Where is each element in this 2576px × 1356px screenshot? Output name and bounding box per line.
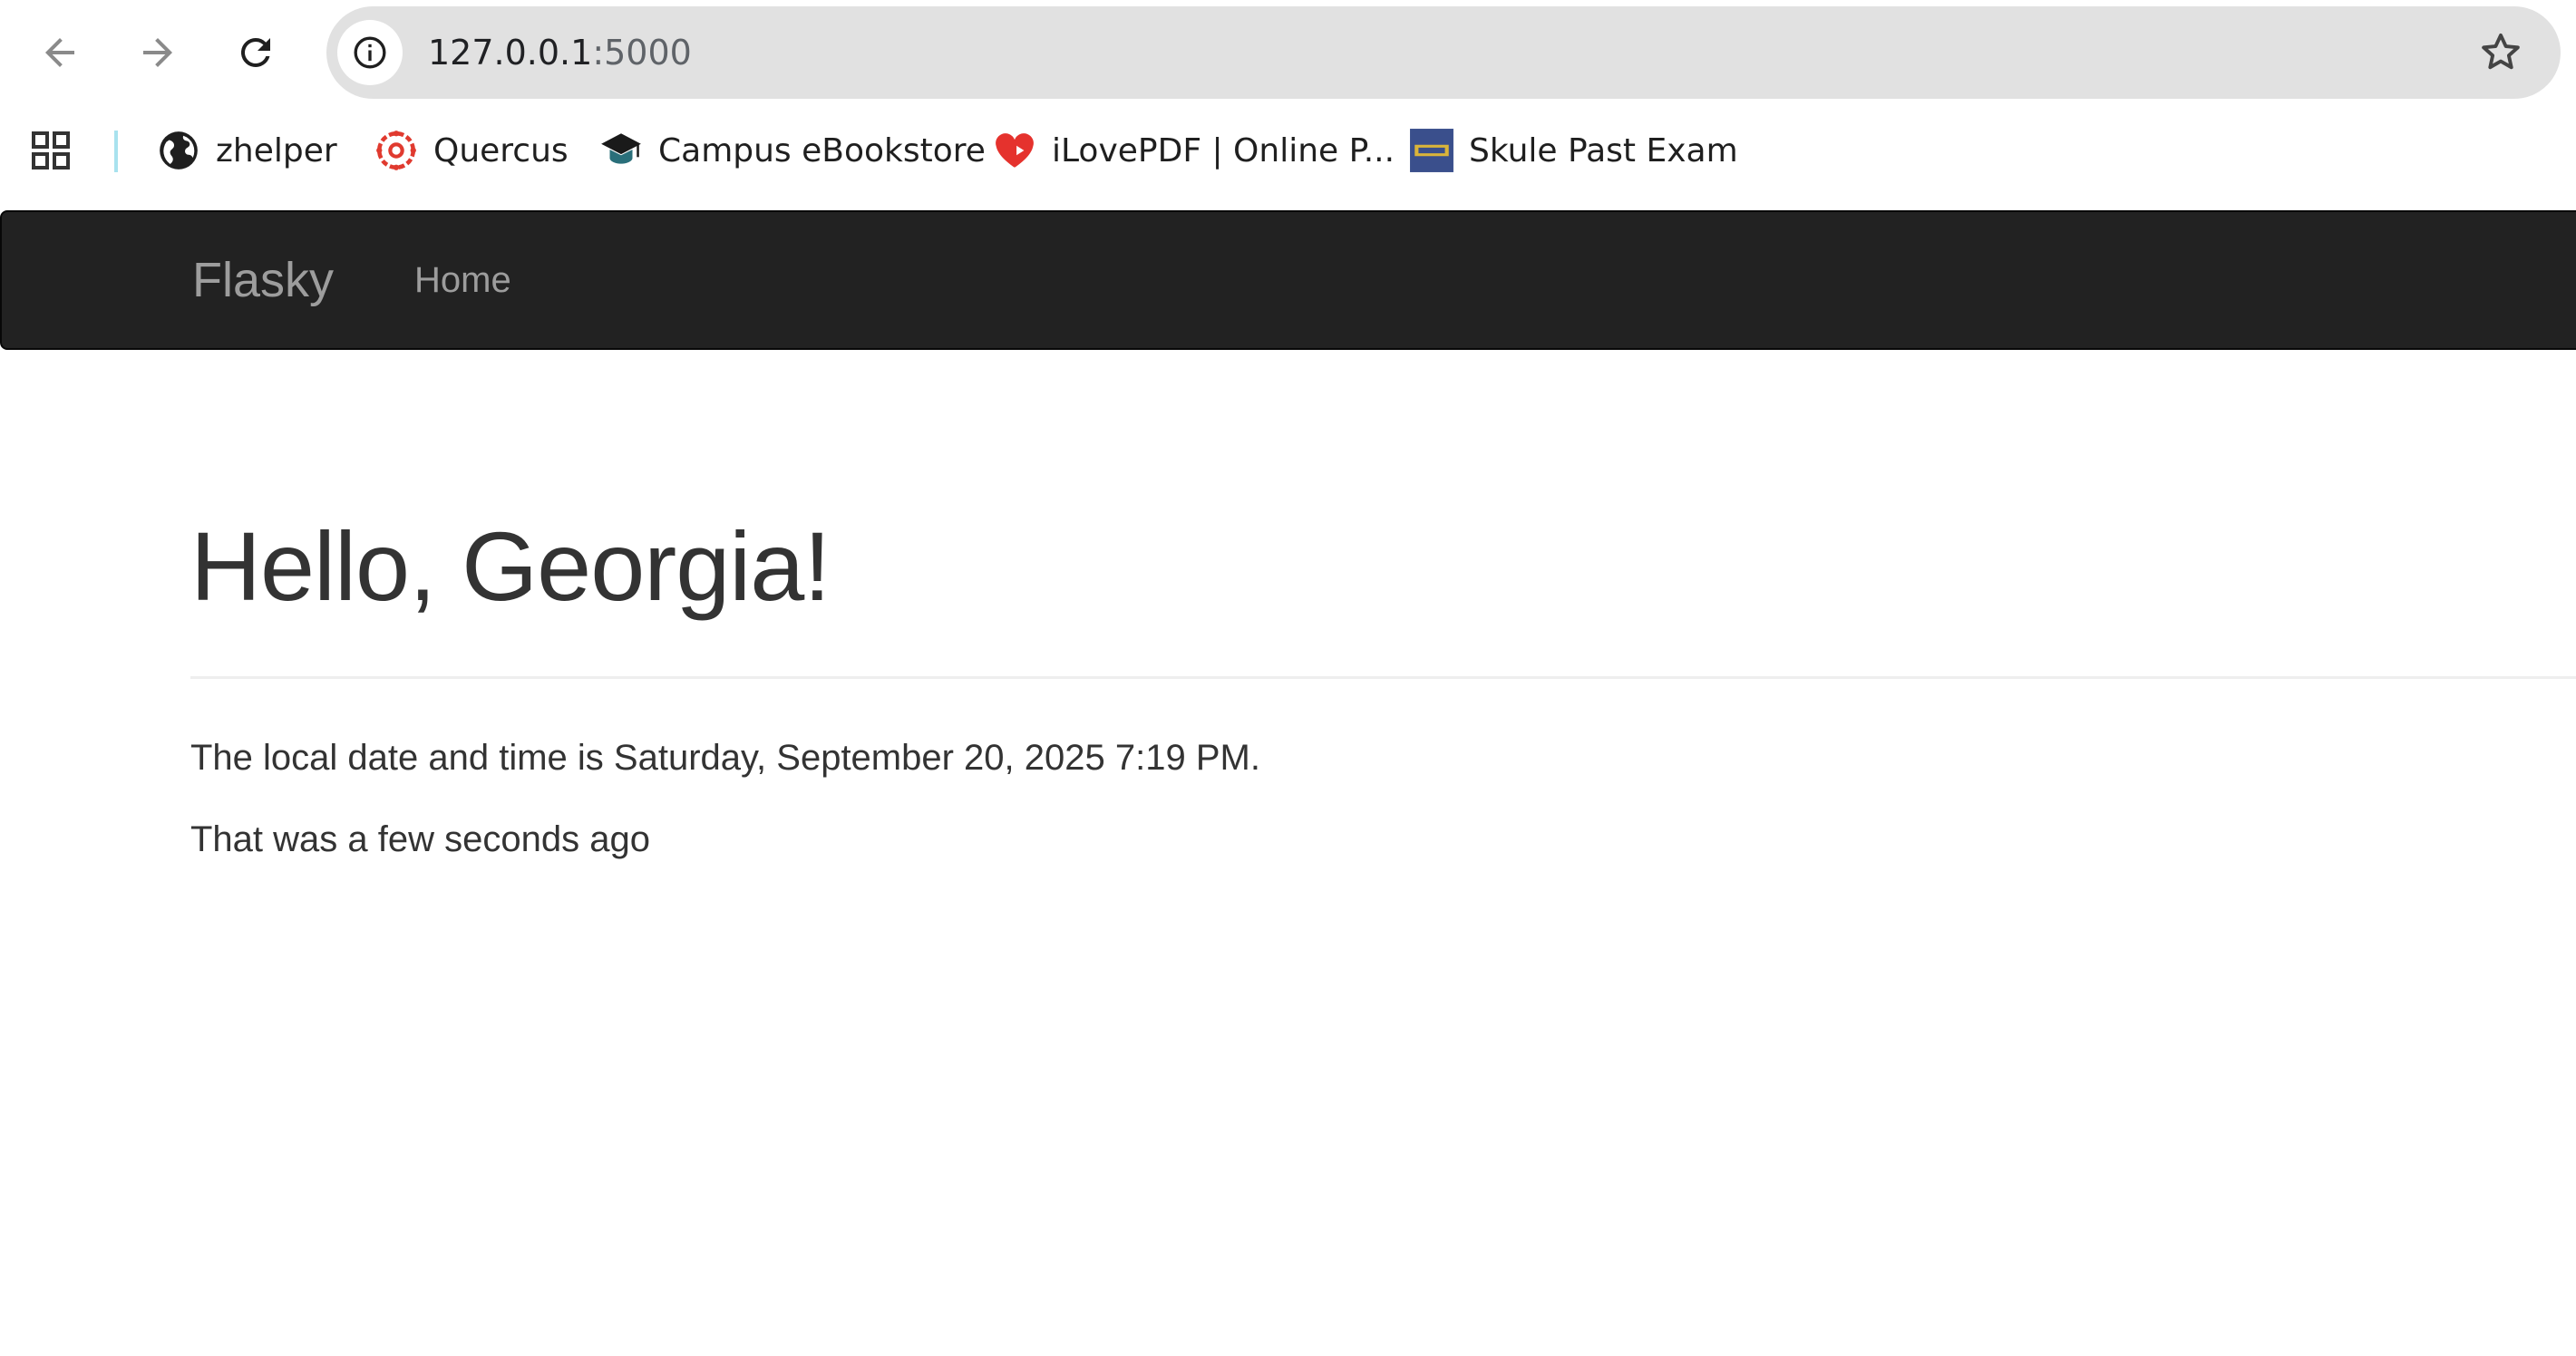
bookmarks-bar: zhelper Quercus Campus eBookstore iLoveP… — [0, 105, 2576, 196]
globe-icon — [156, 128, 201, 173]
url-host: 127.0.0.1 — [428, 33, 593, 73]
url-port: :5000 — [592, 33, 692, 73]
bookmark-label: Skule Past Exam — [1469, 131, 1738, 170]
bookmark-label: zhelper — [216, 131, 337, 170]
graduation-cap-icon — [598, 128, 644, 173]
nav-link-home[interactable]: Home — [414, 212, 511, 348]
back-button[interactable] — [27, 20, 92, 85]
arrow-right-icon — [143, 38, 172, 67]
bookmark-quercus[interactable]: Quercus — [374, 120, 569, 181]
quercus-logo-icon — [374, 128, 419, 173]
arrow-left-icon — [45, 38, 74, 67]
bookmarks-separator — [114, 131, 118, 172]
info-icon — [354, 36, 386, 69]
relative-time-text: That was a few seconds ago — [190, 819, 650, 859]
reload-button[interactable] — [223, 20, 288, 85]
browser-toolbar: 127.0.0.1:5000 — [0, 0, 2576, 105]
star-icon — [2482, 33, 2520, 70]
page-title: Hello, Georgia! — [190, 511, 831, 621]
bookmark-label: Quercus — [433, 131, 569, 170]
apps-grid-icon[interactable] — [29, 129, 73, 172]
local-time-text: The local date and time is Saturday, Sep… — [190, 738, 1260, 778]
address-bar[interactable]: 127.0.0.1:5000 — [326, 6, 2561, 99]
forward-button[interactable] — [125, 20, 190, 85]
bookmark-ilovepdf[interactable]: iLovePDF | Online P... — [992, 120, 1395, 181]
page-header: Hello, Georgia! — [190, 489, 2576, 679]
bookmark-skule-past-exam[interactable]: Skule Past Exam — [1409, 120, 1738, 181]
reload-icon — [240, 37, 270, 67]
skule-logo-icon — [1409, 128, 1454, 173]
site-info-button[interactable] — [337, 20, 403, 85]
heart-icon — [992, 128, 1037, 173]
bookmark-star-button[interactable] — [2477, 29, 2524, 76]
navbar-brand[interactable]: Flasky — [192, 212, 334, 348]
url-text[interactable]: 127.0.0.1:5000 — [428, 6, 692, 99]
site-navbar: Flasky Home — [0, 210, 2576, 350]
bookmark-label: iLovePDF | Online P... — [1052, 131, 1395, 170]
bookmark-zhelper[interactable]: zhelper — [156, 120, 337, 181]
bookmark-label: Campus eBookstore — [658, 131, 986, 170]
bookmark-campus-ebookstore[interactable]: Campus eBookstore — [598, 120, 986, 181]
